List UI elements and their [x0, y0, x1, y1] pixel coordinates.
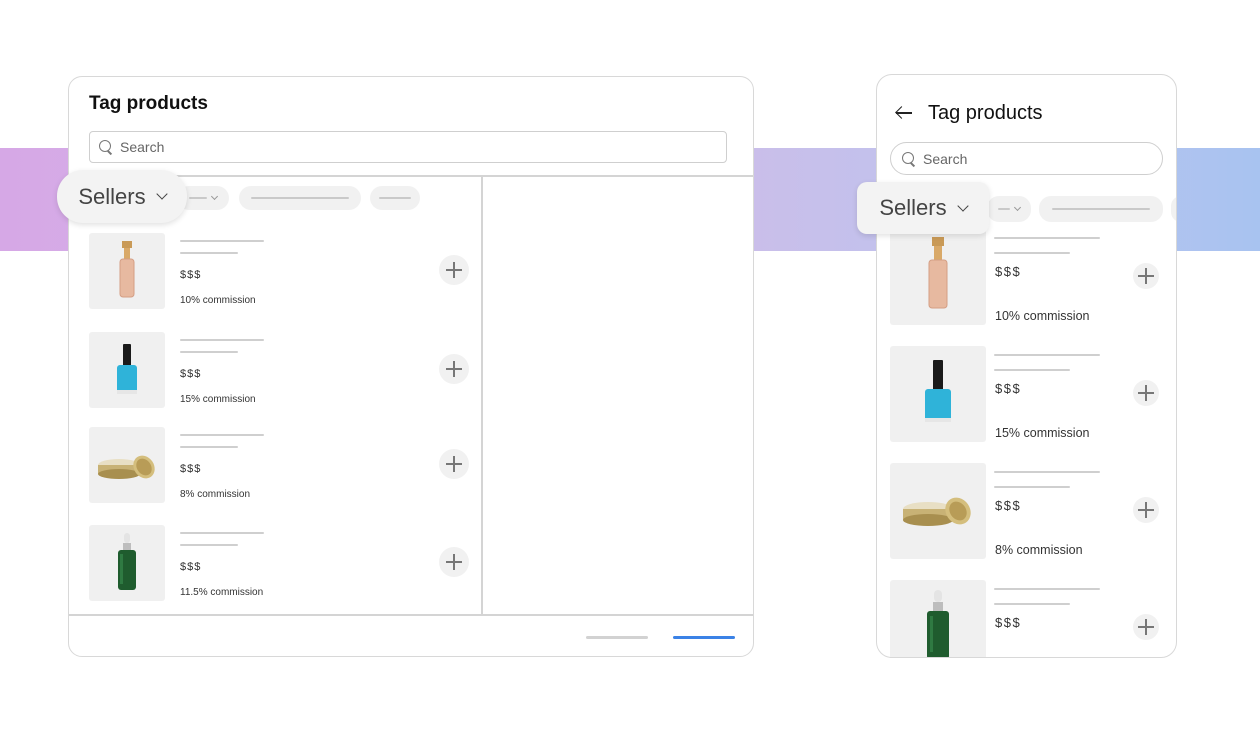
- product-commission: 8% commission: [180, 489, 251, 500]
- product-thumbnail: [890, 580, 986, 657]
- product-price: $$$: [995, 264, 1022, 279]
- sellers-filter-dropdown[interactable]: Sellers: [57, 170, 187, 223]
- filter-pill[interactable]: [1039, 196, 1163, 222]
- filter-pill[interactable]: [239, 186, 361, 210]
- add-product-button[interactable]: [439, 354, 469, 384]
- product-commission: 10% commission: [995, 309, 1090, 323]
- mobile-tag-products-panel: Tag products $$$ 10% commission: [876, 74, 1177, 658]
- add-product-button[interactable]: [1133, 263, 1159, 289]
- search-input[interactable]: [923, 150, 1123, 167]
- list-item: $$$ 8% commission: [89, 427, 469, 503]
- search-input[interactable]: [120, 139, 520, 155]
- list-item: $$$ 11.5% commission: [89, 525, 469, 601]
- nail-polish-icon: [925, 360, 951, 422]
- chevron-down-icon: [210, 192, 219, 201]
- plus-icon: [1138, 268, 1154, 284]
- product-thumbnail: [89, 427, 165, 503]
- foundation-bottle-icon: [119, 241, 135, 298]
- product-price: $$$: [180, 561, 202, 573]
- product-price: $$$: [995, 498, 1022, 513]
- sellers-filter-dropdown[interactable]: Sellers: [857, 182, 989, 234]
- product-commission: 15% commission: [180, 394, 256, 405]
- list-item: $$$: [890, 580, 1166, 657]
- plus-icon: [1138, 385, 1154, 401]
- plus-icon: [446, 554, 462, 570]
- sellers-filter-label: Sellers: [78, 183, 146, 209]
- back-arrow-icon[interactable]: [895, 105, 913, 121]
- serum-dropper-bottle-icon: [118, 533, 136, 590]
- list-item: $$$ 10% commission: [890, 229, 1166, 325]
- confirm-button[interactable]: [673, 636, 735, 639]
- search-icon: [98, 139, 114, 155]
- divider: [481, 175, 483, 615]
- foundation-bottle-icon: [928, 237, 948, 309]
- add-product-button[interactable]: [439, 449, 469, 479]
- product-commission: 11.5% commission: [180, 587, 264, 598]
- product-commission: 10% commission: [180, 295, 256, 306]
- add-product-button[interactable]: [1133, 380, 1159, 406]
- add-product-button[interactable]: [1133, 614, 1159, 640]
- filter-pill[interactable]: [370, 186, 420, 210]
- search-icon: [901, 151, 917, 167]
- chevron-down-icon: [1013, 203, 1022, 212]
- nail-polish-icon: [117, 344, 137, 394]
- plus-icon: [446, 262, 462, 278]
- product-thumbnail: [890, 463, 986, 559]
- cancel-button[interactable]: [586, 636, 648, 639]
- add-product-button[interactable]: [439, 255, 469, 285]
- product-thumbnail: [89, 525, 165, 601]
- product-thumbnail: [890, 346, 986, 442]
- list-item: $$$ 8% commission: [890, 463, 1166, 559]
- search-box[interactable]: [89, 131, 727, 163]
- desktop-tag-products-panel: Tag products $$$ 10% commission: [68, 76, 754, 657]
- product-price: $$$: [995, 381, 1022, 396]
- product-commission: 8% commission: [995, 543, 1083, 557]
- list-item: $$$ 15% commission: [890, 346, 1166, 442]
- serum-dropper-bottle-icon: [927, 590, 949, 657]
- list-item: $$$ 10% commission: [89, 233, 469, 309]
- search-box[interactable]: [890, 142, 1163, 175]
- plus-icon: [1138, 502, 1154, 518]
- filter-pill[interactable]: [987, 196, 1031, 222]
- product-price: $$$: [180, 269, 202, 281]
- product-thumbnail: [89, 332, 165, 408]
- plus-icon: [446, 456, 462, 472]
- product-thumbnail: [890, 229, 986, 325]
- cream-jar-icon: [903, 497, 971, 526]
- sellers-filter-label: Sellers: [879, 195, 947, 220]
- plus-icon: [446, 361, 462, 377]
- product-price: $$$: [180, 463, 202, 475]
- add-product-button[interactable]: [439, 547, 469, 577]
- chevron-down-icon: [956, 199, 969, 212]
- page-title: Tag products: [89, 93, 208, 114]
- chevron-down-icon: [155, 188, 168, 200]
- product-thumbnail: [89, 233, 165, 309]
- add-product-button[interactable]: [1133, 497, 1159, 523]
- list-item: $$$ 15% commission: [89, 332, 469, 408]
- page-title: Tag products: [928, 102, 1043, 124]
- product-price: $$$: [180, 368, 202, 380]
- product-commission: 15% commission: [995, 426, 1090, 440]
- cream-jar-icon: [98, 455, 155, 479]
- filter-pill[interactable]: [1171, 196, 1176, 222]
- divider: [69, 614, 753, 616]
- product-price: $$$: [995, 615, 1022, 630]
- plus-icon: [1138, 619, 1154, 635]
